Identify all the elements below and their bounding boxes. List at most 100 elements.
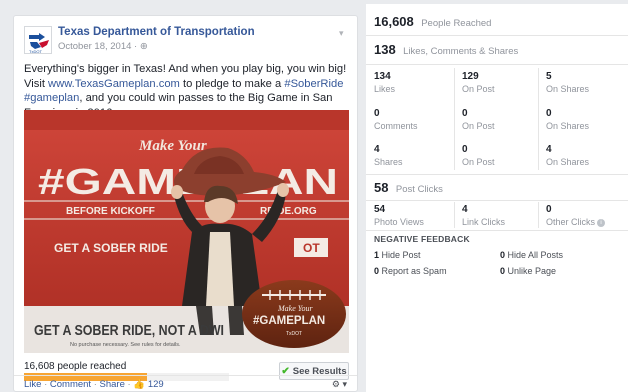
neg-value: 0 — [374, 266, 380, 276]
like-count[interactable]: 129 — [148, 379, 164, 390]
insights-screen: TxDOT Texas Department of Transportation… — [0, 0, 628, 392]
stat-label: Shares — [374, 157, 403, 167]
engagement-value: 138 — [374, 42, 396, 57]
neg-label: Report as Spam — [381, 266, 447, 276]
stat-value: 54 — [374, 204, 386, 215]
post-actions: Like · Comment · Share · 👍 129 — [24, 379, 164, 390]
share-link[interactable]: Share — [100, 379, 125, 390]
post-clicks-value: 58 — [374, 180, 389, 195]
separator-dot: · — [127, 379, 131, 390]
thumbs-up-icon: 👍 — [133, 379, 146, 390]
stat-value: 0 — [546, 108, 552, 119]
neg-value: 0 — [500, 250, 506, 260]
stat-label: On Post — [462, 84, 495, 94]
neg-unlike-page: 0 Unlike Page — [500, 266, 556, 276]
comment-link[interactable]: Comment — [50, 379, 91, 390]
post-date[interactable]: October 18, 2014 · — [58, 41, 140, 52]
banner-make-your: Make Your — [138, 138, 207, 154]
football-txdot: TxDOT — [286, 331, 302, 337]
neg-label: Hide Post — [381, 250, 421, 260]
stat-comments-on-post: 0 On Post — [462, 108, 547, 132]
hashtag-soberride[interactable]: #SoberRide — [284, 78, 343, 90]
post-clicks-text: Post Clicks — [395, 184, 443, 195]
negative-feedback-title: NEGATIVE FEEDBACK — [374, 234, 470, 244]
divider — [366, 174, 628, 175]
stat-label: On Shares — [546, 157, 590, 167]
neg-label: Unlike Page — [507, 266, 557, 276]
stat-label: On Shares — [546, 84, 590, 94]
engagement-text: Likes, Comments & Shares — [403, 46, 519, 57]
svg-text:TxDOT: TxDOT — [29, 49, 42, 54]
stat-link-clicks: 4 Link Clicks — [462, 204, 547, 228]
stat-other-clicks: 0 Other Clicks i — [546, 204, 628, 228]
neg-value: 1 — [374, 250, 380, 260]
stat-value: 5 — [546, 71, 552, 82]
post-photo[interactable]: Make Your #GAMEPLAN BEFORE KICKOFF RRIDE… — [24, 110, 349, 353]
stat-label: Photo Views — [374, 217, 424, 227]
txdot-logo[interactable]: TxDOT — [24, 26, 52, 54]
stat-value: 0 — [462, 108, 468, 119]
stat-shares-on-post: 0 On Post — [462, 144, 547, 168]
neg-hide-all-posts: 0 Hide All Posts — [500, 250, 563, 260]
post-clicks-stat: 58 Post Clicks — [374, 179, 443, 199]
stat-label: Likes — [374, 84, 396, 94]
stat-value: 4 — [546, 144, 552, 155]
page-name[interactable]: Texas Department of Transportation — [58, 26, 255, 38]
separator-dot: · — [44, 379, 48, 390]
divider — [366, 230, 628, 231]
post-text-part: to pledge to make a — [179, 77, 285, 90]
neg-label: Hide All Posts — [507, 250, 564, 260]
stat-label: On Post — [462, 157, 495, 167]
stat-label: On Post — [462, 121, 495, 131]
banner-before-kickoff: BEFORE KICKOFF — [66, 206, 155, 217]
stat-label: Link Clicks — [462, 217, 506, 227]
stat-value: 0 — [374, 108, 380, 119]
info-icon[interactable]: i — [597, 218, 606, 227]
neg-report-spam: 0 Report as Spam — [374, 266, 447, 276]
neg-value: 0 — [500, 266, 506, 276]
stat-value: 4 — [374, 144, 380, 155]
stat-label: On Shares — [546, 121, 590, 131]
divider — [366, 200, 628, 201]
engagement-stat: 138 Likes, Comments & Shares — [374, 41, 518, 61]
stat-comments: 0 Comments — [374, 108, 459, 132]
post-header: TxDOT Texas Department of Transportation… — [24, 26, 349, 60]
hashtag-gameplan[interactable]: #gameplan — [24, 92, 79, 104]
people-reached-label: 16,608 people reached — [24, 361, 127, 372]
stat-label: Comments — [374, 121, 418, 131]
banner-bottom: GET A SOBER RIDE, NOT A DWI — [34, 322, 224, 339]
stat-shares: 4 Shares — [374, 144, 459, 168]
stat-likes-on-shares: 5 On Shares — [546, 71, 628, 95]
divider — [366, 64, 628, 65]
chevron-down-icon[interactable]: ▾ — [339, 28, 349, 38]
people-reached-stat: 16,608 People Reached — [374, 13, 491, 33]
people-reached-text: People Reached — [421, 18, 492, 29]
stat-shares-on-shares: 4 On Shares — [546, 144, 628, 168]
banner-sober-ride: GET A SOBER RIDE — [54, 241, 168, 255]
football-make-your: Make Your — [277, 304, 313, 313]
banner-fine-print: No purchase necessary. See rules for det… — [70, 342, 181, 348]
post-timestamp[interactable]: October 18, 2014 · ⊕ — [58, 41, 148, 52]
stat-likes: 134 Likes — [374, 71, 459, 95]
stat-likes-on-post: 129 On Post — [462, 71, 547, 95]
insights-panel: 16,608 People Reached 138 Likes, Comment… — [366, 4, 628, 392]
stat-value: 129 — [462, 71, 479, 82]
post-footer: Like · Comment · Share · 👍 129 ⚙ ▾ — [14, 375, 357, 391]
post-card: TxDOT Texas Department of Transportation… — [13, 15, 358, 392]
stat-value: 0 — [546, 204, 552, 215]
stat-value: 134 — [374, 71, 391, 82]
neg-hide-post: 1 Hide Post — [374, 250, 421, 260]
globe-icon: ⊕ — [139, 41, 148, 52]
post-options[interactable]: ⚙ ▾ — [332, 379, 347, 390]
stat-photo-views: 54 Photo Views — [374, 204, 459, 228]
like-link[interactable]: Like — [24, 379, 41, 390]
separator-dot: · — [93, 379, 97, 390]
divider — [366, 35, 628, 36]
other-clicks-text: Other Clicks — [546, 217, 596, 227]
football-gameplan: #GAMEPLAN — [253, 315, 325, 327]
post-link[interactable]: www.TexasGameplan.com — [48, 78, 180, 90]
stat-value: 4 — [462, 204, 468, 215]
people-reached-value: 16,608 — [374, 14, 414, 29]
stat-value: 0 — [462, 144, 468, 155]
banner-not-fragment: OT — [303, 241, 320, 255]
